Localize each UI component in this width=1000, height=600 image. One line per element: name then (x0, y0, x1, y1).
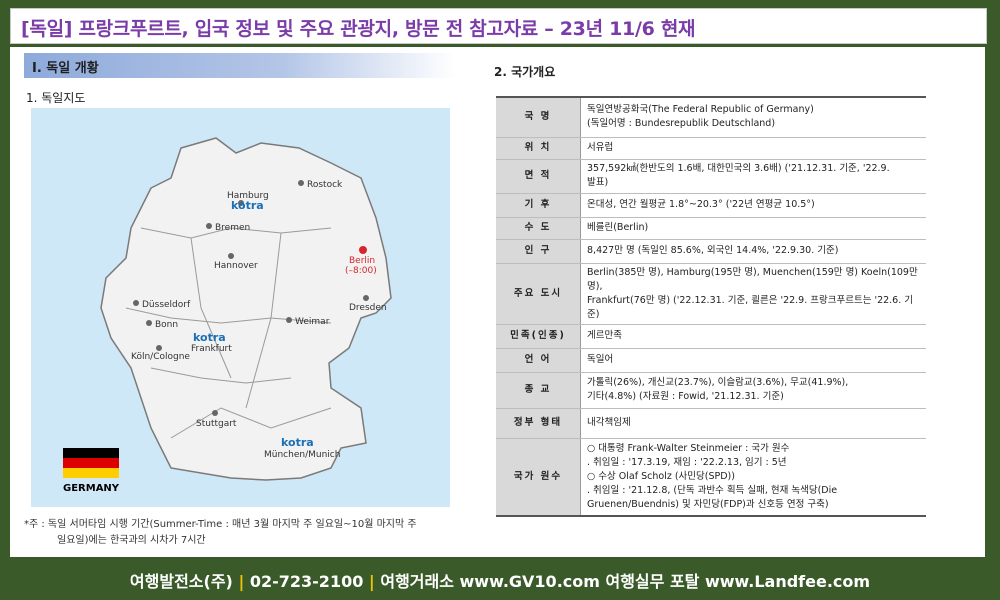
row-value: 온대성, 연간 월평균 1.8°~20.3° ('22년 연평균 10.5°) (580, 193, 926, 218)
country-label: GERMANY (63, 483, 120, 494)
row-value: 서유럽 (580, 137, 926, 160)
svg-text:(–8:00): (–8:00) (345, 266, 377, 276)
row-key: 국가 원수 (496, 438, 581, 517)
footer-phone: 02-723-2100 (249, 572, 364, 591)
table-row: 국 명 독일연방공화국(The Federal Republic of Germa… (496, 97, 926, 138)
row-key: 언 어 (496, 348, 581, 373)
svg-text:Stuttgart: Stuttgart (196, 419, 237, 429)
row-value: 8,427만 명 (독일인 85.6%, 외국인 14.4%, '22.9.30… (580, 239, 926, 264)
svg-text:Rostock: Rostock (307, 180, 343, 190)
footer-separator: | (368, 572, 375, 591)
row-value-line: 8,427만 명 (독일인 85.6%, 외국인 14.4%, '22.9.30… (587, 245, 839, 256)
svg-text:Frankfurt: Frankfurt (191, 344, 232, 354)
svg-text:Bonn: Bonn (155, 320, 178, 330)
row-value-line: Berlin(385만 명), Hamburg(195만 명), Muenche… (587, 266, 918, 292)
footnote-line2: 일요일)에는 한국과의 시차가 7시간 (57, 535, 206, 546)
row-value: 게르만족 (580, 324, 926, 349)
content-panel: I. 독일 개황 1. 독일지도 Rostock Hamburg kotra B… (10, 47, 985, 557)
row-value-line: . 취임일 : '21.12.8, (단독 과반수 획득 실패, 현재 녹색당(… (587, 484, 838, 496)
row-value-line: 독일어 (587, 354, 614, 365)
table-row: 민족(인종) 게르만족 (496, 324, 926, 349)
germany-map: Rostock Hamburg kotra Bremen Berlin (–8:0… (31, 108, 450, 507)
row-value-line: ○ 대통령 Frank-Walter Steinmeier : 국가 원수 (587, 442, 790, 454)
section-header: I. 독일 개황 (24, 53, 456, 78)
city-munchen: München/Munich (264, 450, 340, 460)
footer-separator: | (238, 572, 245, 591)
row-key: 면 적 (496, 159, 581, 194)
svg-text:Weimar: Weimar (295, 317, 330, 327)
row-value: Berlin(385만 명), Hamburg(195만 명), Muenche… (580, 263, 926, 325)
table-row: 국가 원수 ○ 대통령 Frank-Walter Steinmeier : 국가 … (496, 438, 926, 517)
svg-text:Köln/Cologne: Köln/Cologne (131, 352, 190, 362)
table-row: 위 치 서유럽 (496, 137, 926, 160)
kotra-logo: kotra (281, 436, 314, 449)
row-key: 종 교 (496, 372, 581, 409)
row-value-line: 기타(4.8%) (자료원 : Fowid, '21.12.31. 기준) (587, 391, 784, 402)
row-value: 독일연방공화국(The Federal Republic of Germany)… (580, 97, 926, 138)
svg-text:Berlin: Berlin (349, 256, 375, 266)
row-value-line: 내각책임제 (587, 417, 631, 428)
row-key: 국 명 (496, 97, 581, 138)
page-title: [독일] 프랑크푸르트, 입국 정보 및 주요 관광지, 방문 전 참고자료 –… (21, 18, 696, 40)
row-value: 가톨릭(26%), 개신교(23.7%), 이슬람교(3.6%), 무교(41.… (580, 372, 926, 409)
row-value-line: Frankfurt(76만 명) ('22.12.31. 기준, 쾰른은 '22… (587, 294, 914, 320)
map-subtitle: 1. 독일지도 (26, 91, 86, 105)
row-value: 357,592㎢(한반도의 1.6배, 대한민국의 3.6배) ('21.12.… (580, 159, 926, 194)
footer-links: 여행거래소 www.GV10.com 여행실무 포탈 www.Landfee.c… (380, 572, 871, 591)
table-row: 수 도 베를린(Berlin) (496, 217, 926, 240)
row-value-line: 발표) (587, 177, 609, 188)
svg-text:Bremen: Bremen (215, 223, 250, 233)
germany-flag (63, 448, 119, 478)
row-value-line: 서유럽 (587, 142, 614, 153)
footnote-line1: *주 : 독일 서머타임 시행 기간(Summer-Time : 매년 3월 마… (24, 519, 417, 530)
table-row: 주요 도시 Berlin(385만 명), Hamburg(195만 명), Mu… (496, 263, 926, 325)
city-dusseldorf: Düsseldorf (133, 300, 191, 310)
kotra-logo: kotra (231, 199, 264, 212)
row-key: 수 도 (496, 217, 581, 240)
table-row: 정부 형태 내각책임제 (496, 408, 926, 439)
footnote: *주 : 독일 서머타임 시행 기간(Summer-Time : 매년 3월 마… (24, 517, 464, 549)
row-value-line: . 취임일 : '17.3.19, 재임 : '22.2.13, 임기 : 5년 (587, 456, 787, 468)
row-key: 인 구 (496, 239, 581, 264)
table-row: 인 구 8,427만 명 (독일인 85.6%, 외국인 14.4%, '22.9… (496, 239, 926, 264)
row-value-line: 가톨릭(26%), 개신교(23.7%), 이슬람교(3.6%), 무교(41.… (587, 377, 849, 388)
row-key: 주요 도시 (496, 263, 581, 325)
row-value-line: 온대성, 연간 월평균 1.8°~20.3° ('22년 연평균 10.5°) (587, 199, 815, 210)
row-value: ○ 대통령 Frank-Walter Steinmeier : 국가 원수 . 취… (580, 438, 926, 517)
row-value-line: (독일어명 : Bundesrepublik Deutschland) (587, 118, 776, 130)
row-value-line: 베를린(Berlin) (587, 222, 649, 233)
table-row: 종 교 가톨릭(26%), 개신교(23.7%), 이슬람교(3.6%), 무교(… (496, 372, 926, 409)
row-value: 내각책임제 (580, 408, 926, 439)
svg-text:München/Munich: München/Munich (264, 450, 340, 460)
row-value-line: ○ 수상 Olaf Scholz (사민당(SPD)) (587, 470, 735, 482)
row-key: 위 치 (496, 137, 581, 160)
row-value: 독일어 (580, 348, 926, 373)
kotra-logo: kotra (193, 331, 226, 344)
germany-map-graphic: Rostock Hamburg kotra Bremen Berlin(–8:0… (31, 108, 450, 507)
title-bar: [독일] 프랑크푸르트, 입국 정보 및 주요 관광지, 방문 전 참고자료 –… (10, 8, 987, 44)
svg-text:Dresden: Dresden (349, 303, 387, 313)
table-row: 면 적 357,592㎢(한반도의 1.6배, 대한민국의 3.6배) ('21.… (496, 159, 926, 194)
footer: 여행발전소(주) | 02-723-2100 | 여행거래소 www.GV10.… (0, 568, 1000, 592)
row-value: 베를린(Berlin) (580, 217, 926, 240)
row-key: 기 후 (496, 193, 581, 218)
city-frankfurt: Frankfurt (191, 344, 232, 354)
svg-text:Hannover: Hannover (214, 261, 258, 271)
table-row: 기 후 온대성, 연간 월평균 1.8°~20.3° ('22년 연평균 10.5… (496, 193, 926, 218)
section-title: I. 독일 개황 (32, 61, 99, 76)
row-key: 민족(인종) (496, 324, 581, 349)
footer-company: 여행발전소(주) (129, 572, 233, 591)
table-row: 언 어 독일어 (496, 348, 926, 373)
row-value-line: 357,592㎢(한반도의 1.6배, 대한민국의 3.6배) ('21.12.… (587, 163, 890, 174)
country-overview-table: 국 명 독일연방공화국(The Federal Republic of Germa… (496, 96, 926, 517)
svg-text:Düsseldorf: Düsseldorf (142, 300, 191, 310)
row-value-line: Gruenen/Buendnis) 및 자민당(FDP)과 신호등 연정 구축) (587, 498, 829, 510)
overview-subtitle: 2. 국가개요 (494, 65, 556, 79)
row-value-line: 독일연방공화국(The Federal Republic of Germany) (587, 104, 814, 116)
row-value-line: 게르만족 (587, 330, 622, 341)
row-key: 정부 형태 (496, 408, 581, 439)
